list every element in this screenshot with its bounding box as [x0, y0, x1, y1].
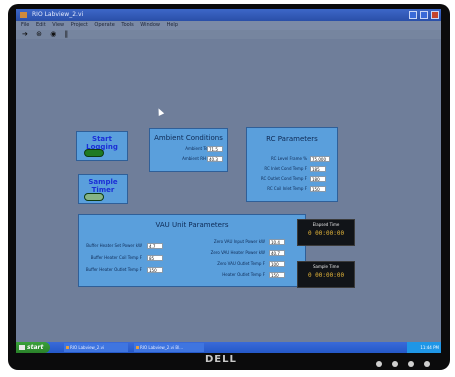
zero-vau-heater-label: Zero VAU Heater Power kW — [210, 250, 265, 255]
toolbar: ➔ ⊛ ◉ ‖ — [16, 30, 441, 39]
zero-vau-heater-field[interactable]: 40.7 — [269, 250, 285, 256]
minimize-button[interactable] — [409, 11, 418, 19]
zero-vau-outlet-field[interactable]: 100 — [269, 261, 285, 267]
labview-icon — [66, 346, 69, 349]
rc-level-field[interactable]: 75.000 — [310, 156, 330, 162]
rc-inlet-cond-field[interactable]: 185 — [310, 166, 326, 172]
menu-view[interactable]: View — [52, 22, 64, 28]
ambient-rh-label: Ambient RH — [182, 156, 206, 161]
rc-level-label: RC Level Frame % — [270, 156, 307, 161]
taskbar-item[interactable]: RIO Labview_2.vi Bl... — [134, 343, 204, 352]
menu-file[interactable]: File — [21, 22, 29, 28]
system-tray: 11:44 PM — [407, 342, 441, 353]
sample-time-indicator: Sample Time 0 00:00:00 — [297, 261, 355, 288]
monitor-button — [408, 361, 414, 367]
rc-parameters-title: RC Parameters — [266, 135, 318, 143]
rc-inlet-cond-label: RC Inlet Cond Temp F — [264, 166, 307, 171]
vau-left-row: Buffer Heater Outlet Temp F — [79, 267, 142, 273]
window-titlebar[interactable]: RIO Labview_2.vi — [16, 9, 441, 21]
buffer-heater-outlet-label: Buffer Heater Outlet Temp F — [85, 267, 142, 272]
window-title: RIO Labview_2.vi — [32, 11, 84, 18]
rc-parameters-panel: RC Parameters RC Level Frame % 75.000 RC… — [246, 127, 338, 202]
rc-coil-inlet-label: RC Coil Inlet Temp F — [267, 186, 307, 191]
ambient-row: Ambient RH — [150, 156, 206, 162]
menubar: File Edit View Project Operate Tools Win… — [16, 21, 441, 30]
zero-vau-input-field[interactable]: 10.4 — [269, 239, 285, 245]
taskbar-item[interactable]: RIO Labview_2.vi — [64, 343, 128, 352]
monitor-button — [424, 361, 430, 367]
elapsed-time-value: 0 00:00:00 — [307, 230, 345, 237]
buffer-heater-outlet-field[interactable]: 150 — [147, 267, 163, 273]
rc-coil-inlet-field[interactable]: 150 — [310, 186, 326, 192]
close-button[interactable] — [431, 11, 439, 19]
heater-outlet-label: Heater Outlet Temp F — [222, 272, 265, 277]
taskbar: start RIO Labview_2.vi RIO Labview_2.vi … — [16, 342, 441, 353]
sample-time-value: 0 00:00:00 — [307, 272, 345, 279]
menu-tools[interactable]: Tools — [121, 22, 133, 28]
buffer-heater-coil-field[interactable]: 85 — [147, 255, 163, 261]
rc-outlet-cond-field[interactable]: 180 — [310, 176, 326, 182]
clock: 11:44 PM — [420, 345, 439, 350]
menu-window[interactable]: Window — [140, 22, 160, 28]
start-logging-panel: Start Logging — [76, 131, 128, 161]
taskbar-item-label: RIO Labview_2.vi — [70, 345, 105, 350]
zero-vau-input-label: Zero VAU Input Power kW — [213, 239, 265, 244]
heater-outlet-field[interactable]: 150 — [269, 272, 285, 278]
ambient-conditions-title: Ambient Conditions — [154, 134, 223, 142]
mouse-cursor-icon — [155, 107, 165, 116]
monitor-button — [376, 361, 382, 367]
maximize-button[interactable] — [420, 11, 429, 19]
sample-time-label: Sample Time — [312, 264, 340, 269]
monitor-brand-logo: DELL — [205, 354, 237, 365]
menu-project[interactable]: Project — [71, 22, 88, 28]
windows-logo-icon — [19, 345, 25, 350]
vau-left-row: Buffer Heater Coil Temp F — [79, 255, 142, 261]
run-continuous-icon[interactable]: ⊛ — [36, 30, 42, 38]
vau-right-row: Zero VAU Outlet Temp F — [169, 261, 265, 267]
rc-row: RC Level Frame % — [247, 156, 307, 162]
start-label: start — [27, 344, 44, 351]
ambient-temp-field[interactable]: 71.5 — [207, 146, 223, 152]
rc-row: RC Inlet Cond Temp F — [247, 166, 307, 172]
run-arrow-icon[interactable]: ➔ — [22, 30, 28, 38]
menu-operate[interactable]: Operate — [94, 22, 114, 28]
zero-vau-outlet-label: Zero VAU Outlet Temp F — [217, 261, 265, 266]
vau-unit-parameters-title: VAU Unit Parameters — [155, 221, 229, 229]
menu-edit[interactable]: Edit — [36, 22, 46, 28]
start-logging-toggle[interactable] — [84, 149, 104, 157]
sample-timer-panel: Sample Timer — [78, 174, 128, 204]
menu-help[interactable]: Help — [167, 22, 178, 28]
labview-icon — [136, 346, 139, 349]
sample-timer-toggle[interactable] — [84, 193, 104, 201]
buffer-heater-power-field[interactable]: 4.7 — [147, 243, 163, 249]
vau-right-row: Zero VAU Heater Power kW — [169, 250, 265, 256]
sample-timer-label: Sample Timer — [88, 178, 118, 194]
ambient-rh-field[interactable]: 40.3 — [207, 156, 223, 162]
pause-icon[interactable]: ‖ — [65, 30, 69, 38]
start-button[interactable]: start — [16, 342, 50, 353]
screen: RIO Labview_2.vi File Edit View Project … — [16, 9, 441, 353]
buffer-heater-power-label: Buffer Heater Set Power kW — [86, 243, 142, 248]
rc-row: RC Outlet Cond Temp F — [247, 176, 307, 182]
rc-outlet-cond-label: RC Outlet Cond Temp F — [260, 176, 307, 181]
vau-right-row: Zero VAU Input Power kW — [169, 239, 265, 245]
ambient-row: Ambient Temp — [150, 146, 214, 152]
monitor-button — [392, 361, 398, 367]
vau-unit-parameters-panel: VAU Unit Parameters Buffer Heater Set Po… — [78, 214, 306, 287]
taskbar-item-label: RIO Labview_2.vi Bl... — [140, 345, 184, 350]
rc-row: RC Coil Inlet Temp F — [247, 186, 307, 192]
vau-left-row: Buffer Heater Set Power kW — [79, 243, 142, 249]
buffer-heater-coil-label: Buffer Heater Coil Temp F — [90, 255, 142, 260]
ambient-conditions-panel: Ambient Conditions Ambient Temp 71.5 Amb… — [149, 128, 228, 172]
elapsed-time-indicator: Elapsed Time 0 00:00:00 — [297, 219, 355, 246]
elapsed-time-label: Elapsed Time — [312, 222, 340, 227]
abort-icon[interactable]: ◉ — [50, 30, 56, 38]
labview-icon — [20, 12, 27, 18]
vau-right-row: Heater Outlet Temp F — [169, 272, 265, 278]
